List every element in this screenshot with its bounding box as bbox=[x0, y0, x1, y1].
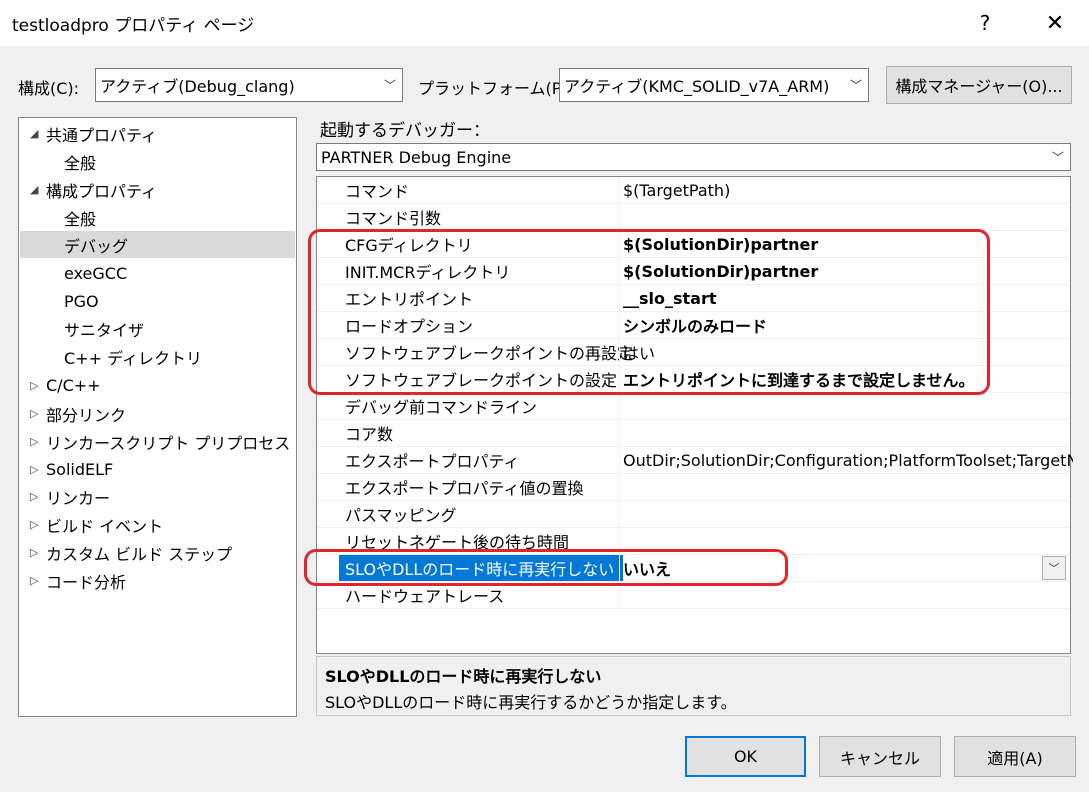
tree-item-label: C++ ディレクトリ bbox=[64, 348, 202, 368]
debugger-select-value: PARTNER Debug Engine bbox=[321, 147, 512, 167]
tree-item-label: 共通プロパティ bbox=[46, 125, 158, 145]
window-title: testloadpro プロパティ ページ bbox=[12, 16, 255, 36]
annotation-highlight-box bbox=[308, 229, 990, 395]
expand-arrow-icon[interactable]: ▷ bbox=[30, 490, 38, 503]
property-name: デバッグ前コマンドライン bbox=[345, 398, 538, 417]
platform-select-value: アクティブ(KMC_SOLID_v7A_ARM) bbox=[564, 77, 830, 96]
property-name: エクスポートプロパティ値の置換 bbox=[345, 479, 584, 498]
collapse-arrow-icon[interactable]: ◢ bbox=[30, 183, 38, 196]
expand-arrow-icon[interactable]: ▷ bbox=[30, 463, 38, 476]
tree-item-label: 構成プロパティ bbox=[46, 181, 158, 201]
platform-label: プラットフォーム(P): bbox=[418, 79, 574, 98]
close-button[interactable]: ✕ bbox=[1030, 0, 1080, 46]
property-row[interactable]: エクスポートプロパティ値の置換 bbox=[317, 474, 1070, 501]
tree-item[interactable]: ▷ ビルド イベント bbox=[20, 511, 295, 538]
debugger-select[interactable]: PARTNER Debug Engine ﹀ bbox=[316, 143, 1071, 171]
tree-item[interactable]: exeGCC bbox=[20, 260, 295, 287]
tree-item[interactable]: C++ ディレクトリ bbox=[20, 343, 295, 370]
tree-item-label: カスタム ビルド ステップ bbox=[46, 544, 233, 564]
property-row[interactable]: エクスポートプロパティ OutDir;SolutionDir;Configurat… bbox=[317, 447, 1073, 474]
tree-item[interactable]: ▷ SolidELF bbox=[20, 456, 295, 483]
expand-arrow-icon[interactable]: ▷ bbox=[30, 574, 38, 587]
property-row[interactable]: コマンド $(TargetPath) bbox=[317, 177, 1070, 204]
config-select-value: アクティブ(Debug_clang) bbox=[100, 77, 295, 96]
platform-select[interactable]: アクティブ(KMC_SOLID_v7A_ARM) ﹀ bbox=[559, 68, 869, 102]
tree-item[interactable]: 全般 bbox=[20, 148, 295, 175]
property-name: エクスポートプロパティ bbox=[345, 452, 520, 471]
tree-item-label: コード分析 bbox=[46, 572, 127, 592]
expand-arrow-icon[interactable]: ▷ bbox=[30, 379, 38, 392]
config-manager-button[interactable]: 構成マネージャー(O)... bbox=[886, 66, 1072, 104]
apply-button[interactable]: 適用(A) bbox=[954, 736, 1076, 777]
property-row[interactable]: コマンド引数 bbox=[317, 204, 1070, 231]
title-bar: testloadpro プロパティ ページ ? ✕ bbox=[0, 0, 1089, 46]
cancel-button[interactable]: キャンセル bbox=[819, 736, 941, 777]
property-row[interactable]: コア数 bbox=[317, 420, 1070, 447]
chevron-down-icon: ﹀ bbox=[1051, 150, 1064, 165]
property-value[interactable] bbox=[619, 393, 1073, 419]
tree-item[interactable]: ▷ C/C++ bbox=[20, 372, 295, 399]
property-value[interactable] bbox=[619, 474, 1073, 500]
tree-item[interactable]: サニタイザ bbox=[20, 315, 295, 342]
tree-item-label: exeGCC bbox=[64, 264, 128, 283]
tree-item-label: 部分リンク bbox=[46, 405, 127, 425]
config-label: 構成(C): bbox=[18, 79, 80, 98]
property-name: パスマッピング bbox=[345, 506, 457, 525]
tree-item[interactable]: デバッグ bbox=[20, 231, 295, 258]
property-row[interactable]: デバッグ前コマンドライン bbox=[317, 393, 1070, 420]
property-value[interactable]: OutDir;SolutionDir;Configuration;Platfor… bbox=[619, 447, 1073, 473]
chevron-down-icon: ﹀ bbox=[383, 78, 396, 93]
tree-item[interactable]: ◢ 共通プロパティ bbox=[20, 120, 295, 147]
debugger-label: 起動するデバッガー： bbox=[320, 121, 490, 141]
property-row[interactable]: ハードウェアトレース bbox=[317, 582, 1070, 609]
tree-item-label: 全般 bbox=[64, 209, 97, 229]
tree-item-label: リンカースクリプト プリプロセス bbox=[46, 433, 291, 453]
property-row[interactable]: パスマッピング bbox=[317, 501, 1070, 528]
description-panel: SLOやDLLのロード時に再実行しない SLOやDLLのロード時に再実行するかど… bbox=[316, 656, 1071, 716]
tree-item-label: 全般 bbox=[64, 153, 97, 173]
property-value[interactable] bbox=[619, 420, 1073, 446]
tree-item[interactable]: ▷ コード分析 bbox=[20, 567, 295, 594]
collapse-arrow-icon[interactable]: ◢ bbox=[30, 127, 38, 140]
chevron-down-icon: ﹀ bbox=[849, 78, 862, 93]
dropdown-button[interactable]: ﹀ bbox=[1042, 556, 1066, 580]
tree-item[interactable]: 全般 bbox=[20, 204, 295, 231]
config-select[interactable]: アクティブ(Debug_clang) ﹀ bbox=[95, 68, 403, 102]
property-tree[interactable]: ◢ 共通プロパティ 全般 ◢ 構成プロパティ 全般 デバッグ exeGCC PGO サニタイザ C+… bbox=[18, 117, 297, 717]
property-value[interactable] bbox=[619, 204, 1073, 230]
expand-arrow-icon[interactable]: ▷ bbox=[30, 546, 38, 559]
property-name: コマンド bbox=[345, 182, 410, 201]
help-button[interactable]: ? bbox=[962, 0, 1008, 46]
property-value[interactable] bbox=[619, 501, 1073, 527]
property-value[interactable]: $(TargetPath) bbox=[619, 177, 1073, 203]
description-title: SLOやDLLのロード時に再実行しない bbox=[325, 667, 602, 686]
tree-item-label: SolidELF bbox=[46, 460, 114, 479]
tree-item[interactable]: ▷ カスタム ビルド ステップ bbox=[20, 539, 295, 566]
expand-arrow-icon[interactable]: ▷ bbox=[30, 518, 38, 531]
tree-item-label: サニタイザ bbox=[64, 320, 145, 340]
ok-button[interactable]: OK bbox=[685, 736, 806, 777]
expand-arrow-icon[interactable]: ▷ bbox=[30, 435, 38, 448]
expand-arrow-icon[interactable]: ▷ bbox=[30, 407, 38, 420]
tree-item-label: デバッグ bbox=[64, 236, 129, 256]
property-name: コア数 bbox=[345, 425, 394, 444]
description-text: SLOやDLLのロード時に再実行するかどうか指定します。 bbox=[325, 693, 737, 712]
tree-item-label: PGO bbox=[64, 292, 99, 311]
tree-item[interactable]: ▷ リンカースクリプト プリプロセス bbox=[20, 428, 295, 455]
tree-item-label: リンカー bbox=[46, 488, 111, 508]
tree-item[interactable]: ◢ 構成プロパティ bbox=[20, 176, 295, 203]
tree-item[interactable]: ▷ 部分リンク bbox=[20, 400, 295, 427]
tree-item[interactable]: ▷ リンカー bbox=[20, 483, 295, 510]
tree-item-label: C/C++ bbox=[46, 376, 101, 395]
tree-item[interactable]: PGO bbox=[20, 288, 295, 315]
chevron-down-icon: ﹀ bbox=[1048, 562, 1060, 575]
property-name: コマンド引数 bbox=[345, 209, 442, 228]
annotation-highlight-box bbox=[304, 549, 788, 586]
tree-item-label: ビルド イベント bbox=[46, 516, 164, 536]
